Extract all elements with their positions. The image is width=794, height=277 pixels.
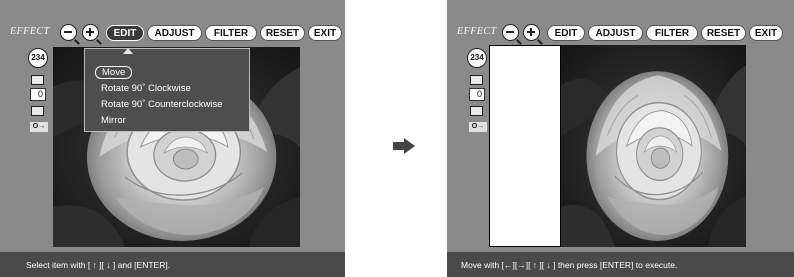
photo-preview[interactable] <box>489 45 746 247</box>
menu-item-mirror[interactable]: Mirror <box>101 115 126 126</box>
edit-button[interactable]: EDIT <box>547 25 585 41</box>
key-icon: O→ <box>469 122 487 132</box>
edit-dropdown-menu: Move Rotate 90˚ Clockwise Rotate 90˚ Cou… <box>84 48 250 132</box>
edit-menu-screen: EFFECT EDIT ADJUST FILTER RESET EXIT 234… <box>0 0 345 277</box>
print-icon <box>31 75 44 85</box>
reset-button[interactable]: RESET <box>260 25 305 41</box>
move-screen: EFFECT EDIT ADJUST FILTER RESET EXIT 234… <box>447 0 794 277</box>
print-count: 0 <box>30 88 46 101</box>
status-bar: Select item with [ ↑ ][ ↓ ] and [ENTER]. <box>0 252 345 277</box>
toolbar: EFFECT EDIT ADJUST FILTER RESET EXIT <box>0 22 345 45</box>
status-bar: Move with [←][→][ ↑ ][ ↓ ] then press [E… <box>447 252 794 277</box>
exit-button[interactable]: EXIT <box>308 25 342 41</box>
menu-item-move[interactable]: Move <box>95 66 133 79</box>
print-count: 0 <box>469 88 485 101</box>
side-panel: 234 0 O→ <box>28 48 50 140</box>
counter-badge: 234 <box>28 48 48 68</box>
effect-label: EFFECT <box>457 26 497 37</box>
menu-item-rotate-cw[interactable]: Rotate 90˚ Clockwise <box>101 83 191 94</box>
print-icon <box>470 75 483 85</box>
zoom-in-icon[interactable] <box>523 24 543 45</box>
zoom-out-icon[interactable] <box>502 24 522 45</box>
menu-item-rotate-ccw[interactable]: Rotate 90˚ Counterclockwise <box>101 99 222 110</box>
key-icon: O→ <box>30 122 48 132</box>
counter-badge: 234 <box>467 48 487 68</box>
edit-pencil-icon <box>31 106 44 116</box>
menu-pointer <box>123 48 133 54</box>
edit-pencil-icon <box>470 106 483 116</box>
moved-image[interactable] <box>561 45 746 247</box>
rose-photo <box>561 45 746 247</box>
effect-label: EFFECT <box>10 26 50 37</box>
status-text: Move with [←][→][ ↑ ][ ↓ ] then press [E… <box>461 260 678 270</box>
reset-button[interactable]: RESET <box>701 25 746 41</box>
zoom-out-icon[interactable] <box>60 24 80 45</box>
adjust-button[interactable]: ADJUST <box>147 25 202 41</box>
toolbar: EFFECT EDIT ADJUST FILTER RESET EXIT <box>447 22 794 45</box>
zoom-in-icon[interactable] <box>82 24 102 45</box>
filter-button[interactable]: FILTER <box>646 25 698 41</box>
status-text: Select item with [ ↑ ][ ↓ ] and [ENTER]. <box>26 260 171 270</box>
side-panel: 234 0 O→ <box>467 48 489 140</box>
arrow-right-icon <box>393 138 415 154</box>
adjust-button[interactable]: ADJUST <box>588 25 643 41</box>
exit-button[interactable]: EXIT <box>749 25 783 41</box>
filter-button[interactable]: FILTER <box>205 25 257 41</box>
blank-area <box>489 45 561 247</box>
edit-button[interactable]: EDIT <box>106 25 144 41</box>
